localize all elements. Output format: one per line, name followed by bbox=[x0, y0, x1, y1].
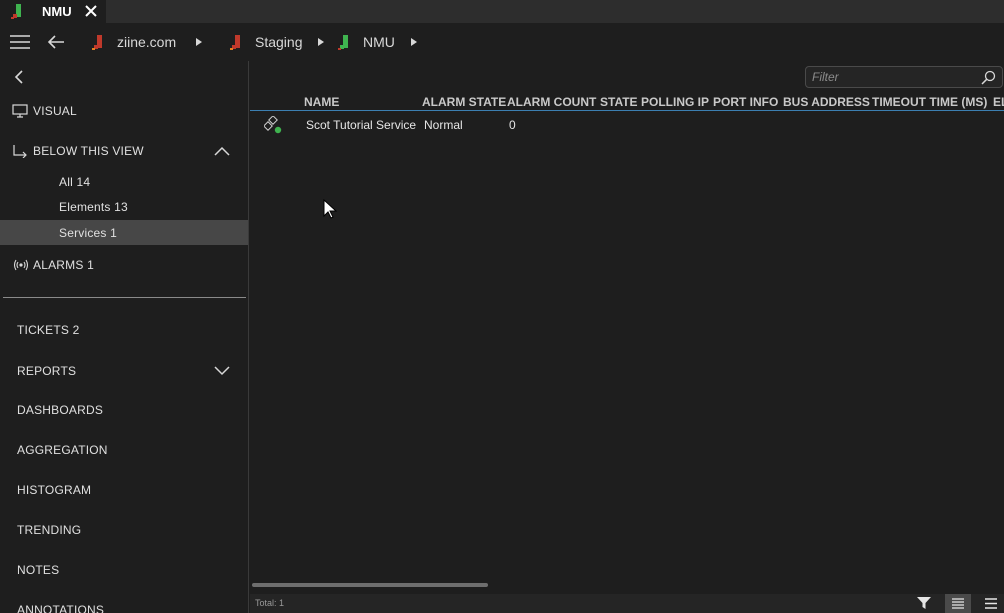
column-header[interactable]: PORT INFO bbox=[713, 95, 778, 109]
column-header[interactable]: TIMEOUT TIME (MS) bbox=[872, 95, 987, 109]
sidebar-item-notes[interactable]: NOTES bbox=[0, 557, 248, 583]
back-arrow-icon[interactable] bbox=[47, 34, 65, 50]
element-icon bbox=[11, 4, 21, 19]
breadcrumb-nmu[interactable]: NMU bbox=[337, 23, 417, 61]
sidebar-item-label: DASHBOARDS bbox=[17, 403, 104, 417]
filter-input[interactable] bbox=[812, 69, 972, 85]
sidebar-item-label: ANNOTATIONS bbox=[17, 603, 105, 613]
tab-strip: NMU bbox=[0, 0, 1004, 23]
chevron-right-icon[interactable] bbox=[196, 38, 203, 46]
table-row[interactable]: Scot Tutorial Service Normal 0 bbox=[250, 113, 1004, 137]
chevron-left-icon[interactable] bbox=[12, 69, 26, 85]
divider bbox=[3, 297, 246, 298]
sidebar-subitem-services[interactable]: Services 1 bbox=[0, 220, 248, 245]
total-count: Total: 1 bbox=[255, 598, 285, 608]
breadcrumb-ziine[interactable]: ziine.com bbox=[91, 23, 203, 61]
sidebar-item-label: REPORTS bbox=[17, 364, 77, 378]
column-header[interactable]: POLLING IP bbox=[641, 95, 709, 109]
funnel-icon bbox=[917, 597, 931, 609]
chevron-up-icon[interactable] bbox=[214, 146, 230, 156]
sidebar: VISUAL BELOW THIS VIEW All 14 Elements 1… bbox=[0, 61, 249, 613]
mouse-cursor-icon bbox=[323, 199, 338, 219]
table-header: NAME ALARM STATE ALARM COUNT STATE POLLI… bbox=[250, 94, 1004, 111]
sidebar-item-histogram[interactable]: HISTOGRAM bbox=[0, 477, 248, 503]
sidebar-item-label: TRENDING bbox=[17, 523, 82, 537]
sidebar-subitem-all[interactable]: All 14 bbox=[0, 169, 248, 195]
nav-bar: ziine.com Staging NMU bbox=[0, 23, 1004, 61]
hamburger-menu-icon[interactable] bbox=[10, 35, 30, 49]
sidebar-item-label: Elements 13 bbox=[59, 200, 128, 214]
sidebar-item-label: BELOW THIS VIEW bbox=[33, 144, 144, 158]
sidebar-item-alarms[interactable]: ALARMS 1 bbox=[0, 252, 248, 278]
sidebar-item-label: ALARMS 1 bbox=[33, 258, 94, 272]
chevron-down-icon[interactable] bbox=[214, 366, 230, 376]
column-header[interactable]: STATE bbox=[600, 95, 638, 109]
hamburger-menu-icon bbox=[985, 598, 997, 609]
cell-name: Scot Tutorial Service bbox=[306, 118, 417, 132]
sidebar-item-dashboards[interactable]: DASHBOARDS bbox=[0, 397, 248, 423]
sidebar-item-label: AGGREGATION bbox=[17, 443, 108, 457]
chevron-right-icon[interactable] bbox=[318, 38, 325, 46]
sidebar-item-tickets[interactable]: TICKETS 2 bbox=[0, 317, 248, 343]
tab-label: NMU bbox=[42, 4, 72, 19]
main-panel: NAME ALARM STATE ALARM COUNT STATE POLLI… bbox=[250, 61, 1004, 613]
list-view-button[interactable] bbox=[945, 594, 971, 613]
filter-box bbox=[805, 66, 1003, 88]
sidebar-item-visual[interactable]: VISUAL bbox=[0, 98, 248, 124]
column-header[interactable]: ALARM COUNT bbox=[507, 95, 596, 109]
breadcrumb-label: Staging bbox=[255, 34, 303, 50]
hierarchy-icon bbox=[13, 145, 27, 158]
breadcrumb-label: ziine.com bbox=[117, 34, 177, 50]
sidebar-item-reports[interactable]: REPORTS bbox=[0, 358, 248, 384]
breadcrumb-label: NMU bbox=[363, 34, 395, 50]
monitor-icon bbox=[12, 104, 28, 118]
sidebar-item-label: HISTOGRAM bbox=[17, 483, 92, 497]
breadcrumb-staging[interactable]: Staging bbox=[229, 23, 325, 61]
view-icon bbox=[92, 34, 102, 50]
sidebar-item-label: TICKETS 2 bbox=[17, 323, 80, 337]
sidebar-subitem-elements[interactable]: Elements 13 bbox=[0, 194, 248, 220]
horizontal-scrollbar[interactable] bbox=[252, 583, 488, 587]
sidebar-item-trending[interactable]: TRENDING bbox=[0, 517, 248, 543]
service-icon bbox=[264, 116, 282, 134]
chevron-right-icon[interactable] bbox=[410, 38, 417, 46]
filter-toggle-button[interactable] bbox=[911, 594, 937, 613]
column-header[interactable]: BUS ADDRESS bbox=[783, 95, 870, 109]
sidebar-item-label: NOTES bbox=[17, 563, 60, 577]
sidebar-item-label: VISUAL bbox=[33, 104, 77, 118]
element-icon bbox=[338, 34, 348, 50]
cell-alarm-count: 0 bbox=[509, 118, 516, 132]
tab-nmu[interactable]: NMU bbox=[0, 0, 106, 23]
status-footer: Total: 1 bbox=[250, 594, 1004, 613]
sidebar-item-aggregation[interactable]: AGGREGATION bbox=[0, 437, 248, 463]
view-icon bbox=[230, 34, 240, 50]
broadcast-icon bbox=[13, 259, 29, 271]
menu-button[interactable] bbox=[978, 594, 1004, 613]
search-icon[interactable] bbox=[981, 70, 996, 85]
cell-alarm-state: Normal bbox=[424, 118, 463, 132]
close-icon[interactable] bbox=[84, 4, 98, 18]
sidebar-item-annotations[interactable]: ANNOTATIONS bbox=[0, 597, 248, 613]
column-header[interactable]: EL bbox=[993, 95, 1004, 109]
column-header[interactable]: NAME bbox=[304, 95, 339, 109]
column-header[interactable]: ALARM STATE bbox=[422, 95, 506, 109]
list-view-icon bbox=[952, 598, 964, 609]
sidebar-item-label: Services 1 bbox=[59, 225, 118, 240]
sidebar-item-below-this-view[interactable]: BELOW THIS VIEW bbox=[0, 138, 248, 164]
sidebar-item-label: All 14 bbox=[59, 175, 91, 189]
